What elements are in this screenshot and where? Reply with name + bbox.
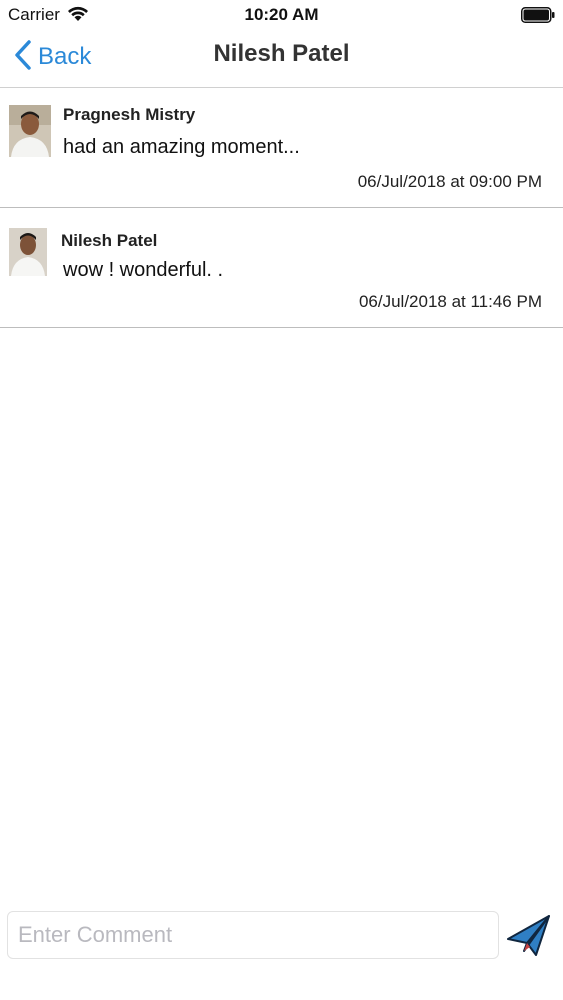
- avatar: [9, 228, 47, 276]
- comment-item: Nilesh Patel wow ! wonderful. . 06/Jul/2…: [0, 208, 563, 328]
- navigation-bar: Back Nilesh Patel: [0, 30, 563, 88]
- clock: 10:20 AM: [244, 5, 319, 24]
- paper-plane-icon: [506, 915, 552, 963]
- send-button[interactable]: [506, 913, 552, 959]
- comment-item: Pragnesh Mistry had an amazing moment...…: [0, 88, 563, 208]
- comment-timestamp: 06/Jul/2018 at 11:46 PM: [358, 292, 542, 311]
- comment-text: had an amazing moment...: [63, 136, 300, 158]
- chevron-left-icon: [14, 39, 32, 75]
- avatar: [9, 105, 51, 157]
- comment-author: Pragnesh Mistry: [63, 105, 196, 124]
- back-button[interactable]: Back: [14, 39, 92, 75]
- back-label: Back: [38, 43, 92, 70]
- comment-timestamp: 06/Jul/2018 at 09:00 PM: [357, 172, 542, 191]
- comment-author: Nilesh Patel: [61, 231, 158, 250]
- comment-composer: [0, 906, 563, 966]
- status-bar: Carrier 10:20 AM: [0, 0, 563, 30]
- comment-list: Pragnesh Mistry had an amazing moment...…: [0, 88, 563, 328]
- comment-input[interactable]: [7, 911, 499, 959]
- battery-icon: [521, 7, 555, 28]
- comment-text: wow ! wonderful. .: [63, 259, 224, 281]
